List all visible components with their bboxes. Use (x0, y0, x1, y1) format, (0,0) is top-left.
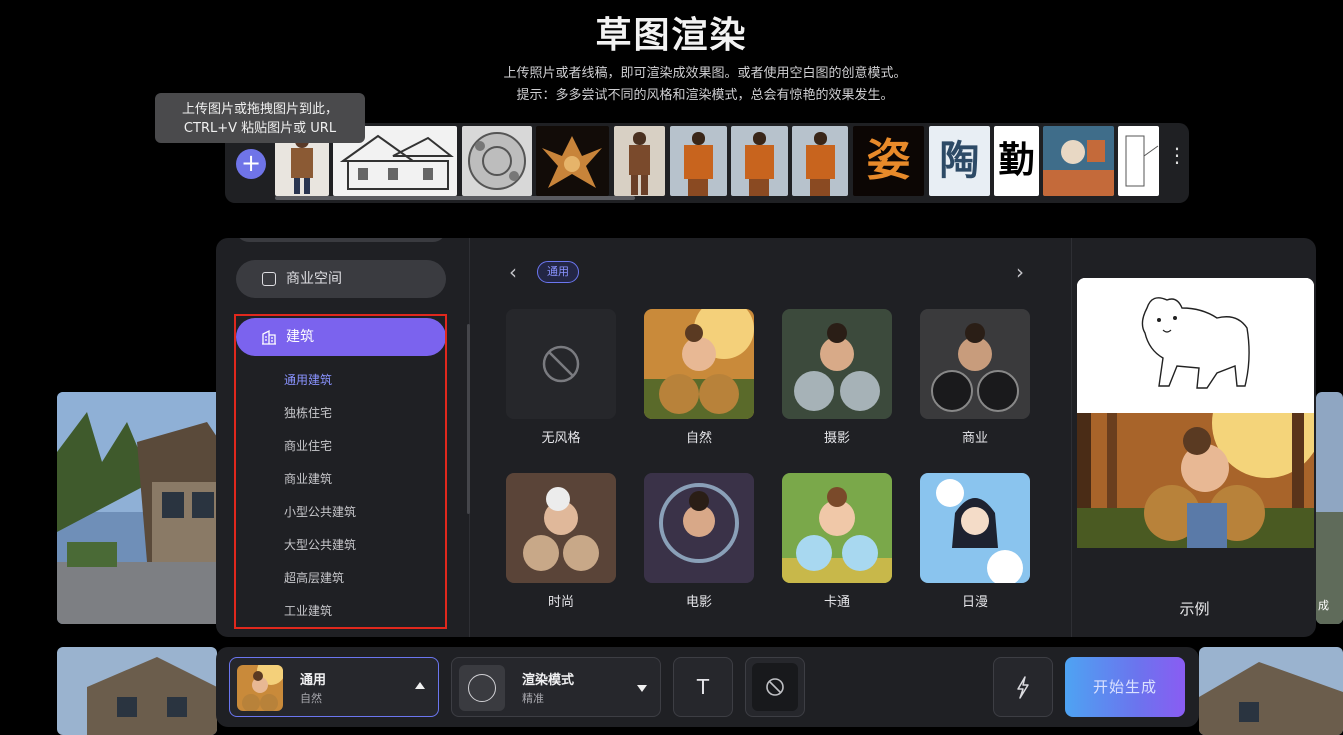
thumbnail-gold-dragon[interactable] (536, 126, 609, 196)
render-mode-thumbnail (459, 665, 505, 711)
style-panel: 商业空间 建筑 通用建筑 独栋住宅 商业住宅 商业建筑 小型公共建筑 大型公共建… (216, 238, 1316, 637)
style-thumbnail (644, 473, 754, 583)
upload-tooltip-line1: 上传图片或拖拽图片到此， (181, 102, 338, 117)
render-mode-sub: 精准 (522, 692, 544, 705)
style-thumbnail (644, 309, 754, 419)
style-label: 无风格 (541, 431, 581, 446)
style-label: 卡通 (823, 595, 850, 610)
render-mode-name: 渲染模式 (522, 673, 575, 688)
category-sidebar: 商业空间 建筑 通用建筑 独栋住宅 商业住宅 商业建筑 小型公共建筑 大型公共建… (216, 238, 470, 637)
no-style-icon (506, 309, 616, 419)
bag-icon (262, 272, 276, 286)
quick-mode-button[interactable] (993, 657, 1053, 717)
thumbnail-line-interior[interactable] (1118, 126, 1159, 196)
upload-tooltip: 上传图片或拖拽图片到此， CTRL+V 粘贴图片或 URL (155, 93, 365, 143)
style-grid: ‹ 通用 › 无风格 自然 摄影 商业 时尚 电影 卡通 日漫 (471, 238, 1071, 637)
thumbnail-ice-calligraphy-glyph: 陶 (939, 138, 980, 184)
thumbnail-fashion-person-3[interactable] (670, 126, 727, 196)
style-card-natural[interactable]: 自然 (644, 309, 754, 446)
style-label: 日漫 (961, 595, 988, 610)
thumbnail-interior-room[interactable] (1043, 126, 1114, 196)
lightning-icon (1017, 676, 1029, 699)
generate-button[interactable]: 开始生成 (1065, 657, 1185, 717)
caret-up-icon (415, 682, 425, 689)
style-label: 商业 (961, 431, 988, 446)
thumbnail-dish-sketch[interactable] (462, 126, 532, 196)
style-thumbnail (920, 309, 1030, 419)
prohibited-icon (766, 678, 784, 696)
style-label: 电影 (685, 595, 712, 610)
style-card-photography[interactable]: 摄影 (782, 309, 892, 446)
bottom-toolbar: 通用 自然 渲染模式 精准 T 开始生成 (216, 647, 1199, 727)
background-house-photo-left (57, 392, 227, 624)
style-card-fashion[interactable]: 时尚 (506, 473, 616, 610)
chevron-left-icon[interactable]: ‹ (509, 260, 517, 284)
text-prompt-button[interactable]: T (673, 657, 733, 717)
style-thumbnail (782, 309, 892, 419)
example-panel: 示例 (1071, 238, 1316, 637)
background-edge-label: 成 (1318, 599, 1329, 612)
caret-down-icon (637, 685, 647, 692)
example-result-image (1077, 413, 1314, 548)
style-thumbnail (782, 473, 892, 583)
background-house-photo-right: 成 (1316, 392, 1343, 624)
example-sketch-image (1077, 278, 1314, 413)
style-card-anime[interactable]: 日漫 (920, 473, 1030, 610)
more-options-icon[interactable]: ⋮ (1167, 145, 1187, 177)
thumbnail-fire-calligraphy[interactable]: 姿 (853, 126, 924, 196)
style-avatar (237, 665, 283, 711)
thumbnail-strip: + 姿 陶 勤 ⋮ (225, 123, 1189, 203)
style-thumbnail (920, 473, 1030, 583)
negative-prompt-inner (752, 663, 798, 711)
style-card-cartoon[interactable]: 卡通 (782, 473, 892, 610)
thumbnail-fashion-person-5[interactable] (792, 126, 848, 196)
style-label: 摄影 (823, 431, 850, 446)
style-label: 时尚 (547, 595, 574, 610)
background-house-photo-bottom-2 (1199, 647, 1343, 735)
style-card-commercial[interactable]: 商业 (920, 309, 1030, 446)
style-card-none[interactable]: 无风格 (506, 309, 616, 446)
sidebar-item-above[interactable] (236, 238, 446, 242)
sidebar-item-commercial-space[interactable]: 商业空间 (236, 260, 446, 298)
chevron-right-icon[interactable]: › (1016, 260, 1024, 284)
thumbnail-ink-calligraphy-glyph: 勤 (998, 140, 1035, 181)
circle-icon (468, 674, 496, 702)
style-group-chip[interactable]: 通用 (537, 261, 579, 283)
style-label: 自然 (685, 431, 712, 446)
page-subtitle: 上传照片或者线稿，即可渲染成效果图。或者使用空白图的创意模式。 (503, 66, 907, 81)
style-selector[interactable]: 通用 自然 (229, 657, 439, 717)
render-mode-selector[interactable]: 渲染模式 精准 (451, 657, 661, 717)
thumbnail-ink-calligraphy[interactable]: 勤 (994, 126, 1039, 196)
style-selector-sub: 自然 (300, 692, 322, 705)
page-title: 草图渲染 (595, 15, 748, 56)
style-card-film[interactable]: 电影 (644, 473, 754, 610)
strip-scrollbar[interactable] (275, 196, 635, 200)
thumbnail-fashion-person-4[interactable] (731, 126, 788, 196)
sidebar-scrollbar[interactable] (467, 324, 470, 514)
add-image-button[interactable]: + (236, 149, 266, 179)
highlight-box (234, 314, 447, 629)
thumbnail-fashion-person-2[interactable] (614, 126, 665, 196)
thumbnail-fire-calligraphy-glyph: 姿 (866, 135, 911, 186)
sidebar-item-label: 商业空间 (286, 271, 342, 287)
negative-prompt-button[interactable] (745, 657, 805, 717)
example-label: 示例 (1179, 600, 1210, 618)
style-thumbnail (506, 309, 616, 419)
background-house-photo-bottom-1 (57, 647, 217, 735)
style-thumbnail (506, 473, 616, 583)
style-selector-name: 通用 (300, 673, 327, 688)
upload-tooltip-line2: CTRL+V 粘贴图片或 URL (183, 121, 337, 136)
thumbnail-ice-calligraphy[interactable]: 陶 (929, 126, 990, 196)
text-icon: T (696, 675, 710, 699)
